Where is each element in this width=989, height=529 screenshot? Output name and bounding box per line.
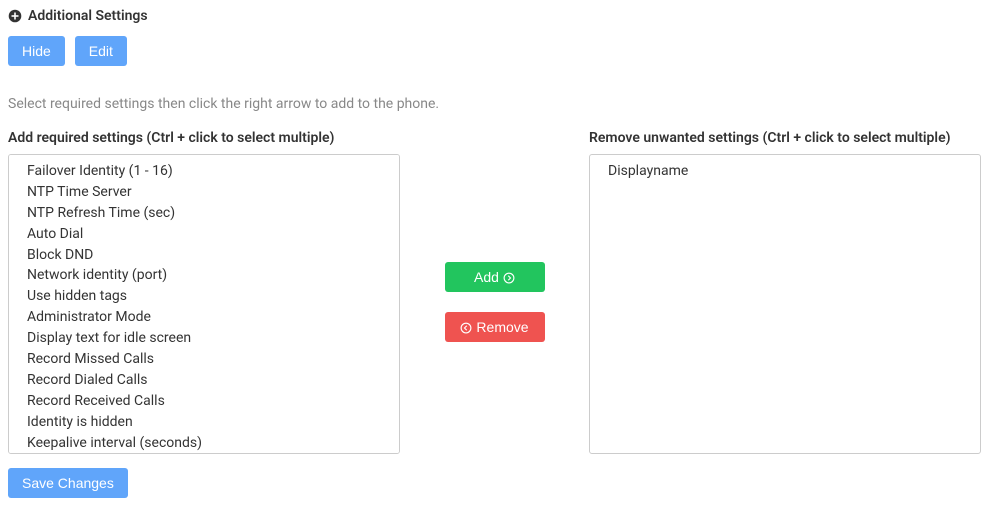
list-item[interactable]: Administrator Password [9, 453, 399, 454]
edit-button[interactable]: Edit [75, 36, 127, 66]
save-changes-button[interactable]: Save Changes [8, 468, 128, 498]
selected-settings-label: Remove unwanted settings (Ctrl + click t… [589, 130, 981, 146]
list-item[interactable]: Identity is hidden [9, 412, 399, 433]
available-settings-label: Add required settings (Ctrl + click to s… [8, 130, 400, 146]
transfer-buttons-column: Add Remove [400, 130, 589, 454]
list-item[interactable]: NTP Refresh Time (sec) [9, 203, 399, 224]
remove-button[interactable]: Remove [445, 312, 545, 342]
add-button-label: Add [474, 269, 499, 285]
list-item[interactable]: Failover Identity (1 - 16) [9, 161, 399, 182]
list-item[interactable]: Block DND [9, 245, 399, 266]
dual-list-container: Add required settings (Ctrl + click to s… [8, 130, 981, 454]
instruction-text: Select required settings then click the … [8, 96, 981, 112]
arrow-right-circle-icon [503, 271, 515, 283]
action-buttons-row: Hide Edit [8, 36, 981, 66]
arrow-left-circle-icon [460, 321, 472, 333]
selected-settings-listbox[interactable]: Displayname [589, 154, 981, 454]
plus-circle-icon [8, 9, 22, 23]
list-item[interactable]: Display text for idle screen [9, 328, 399, 349]
list-item[interactable]: Displayname [590, 161, 980, 182]
save-row: Save Changes [8, 468, 981, 498]
remove-button-label: Remove [476, 319, 528, 335]
available-settings-column: Add required settings (Ctrl + click to s… [8, 130, 400, 454]
selected-settings-column: Remove unwanted settings (Ctrl + click t… [589, 130, 981, 454]
available-settings-listbox[interactable]: Failover Identity (1 - 16)NTP Time Serve… [8, 154, 400, 454]
hide-button[interactable]: Hide [8, 36, 65, 66]
list-item[interactable]: NTP Time Server [9, 182, 399, 203]
list-item[interactable]: Network identity (port) [9, 265, 399, 286]
list-item[interactable]: Record Dialed Calls [9, 370, 399, 391]
list-item[interactable]: Keepalive interval (seconds) [9, 433, 399, 454]
list-item[interactable]: Use hidden tags [9, 286, 399, 307]
add-button[interactable]: Add [445, 262, 545, 292]
list-item[interactable]: Administrator Mode [9, 307, 399, 328]
list-item[interactable]: Record Missed Calls [9, 349, 399, 370]
section-title: Additional Settings [28, 8, 148, 24]
section-header: Additional Settings [8, 8, 981, 24]
list-item[interactable]: Auto Dial [9, 224, 399, 245]
list-item[interactable]: Record Received Calls [9, 391, 399, 412]
